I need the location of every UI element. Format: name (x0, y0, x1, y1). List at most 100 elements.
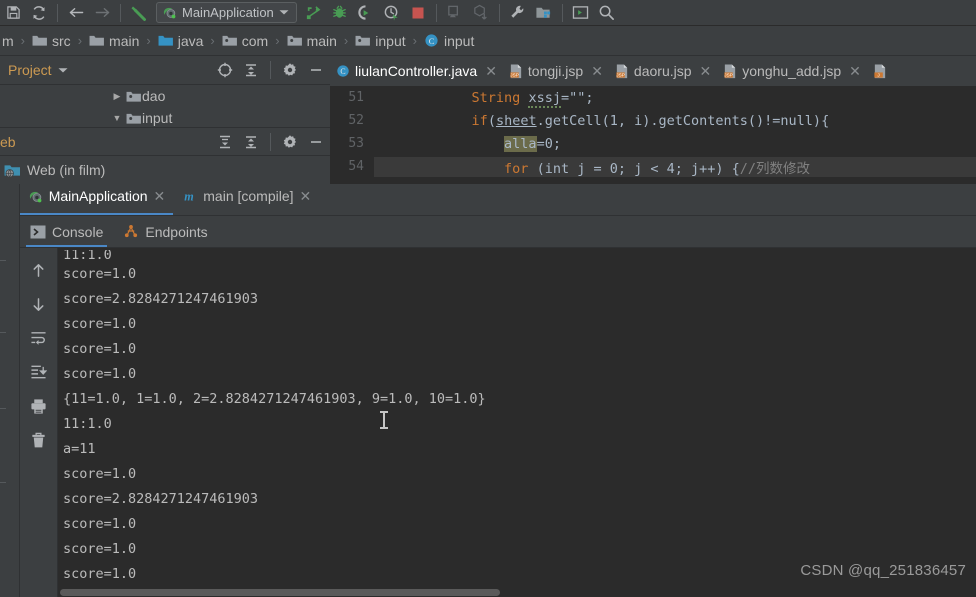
save-all-icon[interactable] (0, 1, 26, 25)
settings-gear-icon[interactable] (278, 58, 302, 82)
editor-tab-tongji[interactable]: JSP tongji.jsp ✕ (503, 56, 609, 86)
profiler-icon[interactable] (379, 1, 405, 25)
editor-tab-liulanController[interactable]: C liulanController.java ✕ (330, 56, 503, 86)
breadcrumb-item-java[interactable]: java (156, 33, 206, 49)
breadcrumb-item-src[interactable]: src (30, 33, 73, 49)
console-line: score=1.0 (63, 266, 137, 282)
scroll-to-end-icon[interactable] (26, 360, 52, 384)
project-structure-icon[interactable] (531, 1, 557, 25)
chevron-down-icon[interactable] (58, 67, 68, 74)
settings-gear-icon[interactable] (278, 130, 302, 154)
console-icon (30, 225, 46, 239)
chevron-down-icon[interactable]: ▼ (110, 113, 124, 123)
stop-icon[interactable] (405, 1, 431, 25)
spring-boot-icon (162, 5, 177, 20)
run-tab-mainapplication[interactable]: MainApplication ✕ (19, 184, 174, 215)
search-everywhere-icon[interactable] (594, 1, 620, 25)
run-tab-label: MainApplication (48, 188, 148, 204)
run-tab-label: main [compile] (203, 188, 294, 204)
breadcrumb-item-module[interactable]: m (0, 33, 16, 49)
web-module-icon (4, 163, 21, 178)
select-opened-file-icon[interactable] (213, 58, 237, 82)
editor-tab-yonghu-add[interactable]: JSP yonghu_add.jsp ✕ (717, 56, 867, 86)
panel-divider (270, 61, 271, 79)
web-panel-title[interactable]: eb (0, 134, 16, 150)
navigate-back-icon[interactable] (63, 1, 89, 25)
vcs-commit-icon (468, 1, 494, 25)
close-icon[interactable]: ✕ (154, 188, 166, 205)
console-line: score=1.0 (63, 466, 137, 482)
up-arrow-icon[interactable] (26, 258, 52, 282)
jsp-file-icon: J (873, 63, 887, 79)
run-configuration-selector[interactable]: MainApplication (156, 2, 297, 23)
project-panel-title[interactable]: Project (8, 62, 52, 78)
scrollbar-thumb[interactable] (60, 589, 500, 596)
editor-tab-daoru[interactable]: JSP daoru.jsp ✕ (609, 56, 717, 86)
strip-tick (0, 332, 6, 333)
run-configuration-label: MainApplication (182, 5, 274, 20)
tab-endpoints[interactable]: Endpoints (113, 216, 217, 247)
close-icon[interactable]: ✕ (300, 188, 312, 205)
breadcrumb: m › src › main › java › com › main › inp… (0, 26, 976, 56)
close-icon[interactable]: ✕ (591, 63, 603, 80)
code-rest: =0; (536, 135, 561, 152)
jsp-file-icon: JSP (723, 63, 737, 79)
ide-window: MainApplication m › src › main › java › … (0, 0, 976, 597)
expand-all-icon[interactable] (213, 130, 237, 154)
console-line: {11=1.0, 1=1.0, 2=2.8284271247461903, 9=… (63, 391, 486, 407)
collapse-all-icon[interactable] (239, 58, 263, 82)
breadcrumb-item-com[interactable]: com (220, 33, 270, 49)
code-keyword: String (471, 89, 521, 106)
breadcrumb-item-input-pkg[interactable]: input (353, 33, 407, 49)
collapse-all-icon[interactable] (239, 130, 263, 154)
code-rest: .getCell(1, i).getContents()!=null){ (536, 112, 830, 129)
breadcrumb-label: main (306, 32, 337, 49)
close-icon[interactable]: ✕ (849, 63, 861, 80)
tree-item-input[interactable]: ▼ input (0, 107, 330, 129)
breadcrumb-separator: › (20, 33, 26, 48)
breadcrumb-item-input-class[interactable]: C input (422, 33, 476, 49)
print-icon[interactable] (26, 394, 52, 418)
console-line: 11:1.0 (63, 416, 112, 432)
web-module-row[interactable]: Web (in film) (0, 157, 330, 183)
editor-tab-overflow[interactable]: J (867, 56, 898, 86)
breadcrumb-item-main-pkg[interactable]: main (285, 33, 339, 49)
run-icon[interactable] (301, 1, 327, 25)
chevron-down-icon[interactable] (279, 9, 289, 16)
code-keyword: for (504, 160, 529, 177)
code-editor[interactable]: 51 String xssj=""; 52 if(sheet.getCell(1… (330, 86, 976, 184)
hide-panel-icon[interactable] (304, 130, 328, 154)
package-icon (222, 34, 237, 47)
navigate-forward-icon (89, 1, 115, 25)
package-icon (287, 34, 302, 47)
hide-panel-icon[interactable] (304, 58, 328, 82)
spring-boot-icon (28, 189, 43, 204)
code-text: if(sheet.getCell(1, i).getContents()!=nu… (471, 112, 830, 129)
breadcrumb-label: input (375, 32, 406, 49)
close-icon[interactable]: ✕ (485, 63, 497, 80)
breadcrumb-label: m (2, 32, 14, 49)
tab-label: Endpoints (145, 223, 208, 240)
tree-item-dao[interactable]: ▶ dao (0, 85, 330, 107)
debug-icon[interactable] (327, 1, 353, 25)
down-arrow-icon[interactable] (26, 292, 52, 316)
chevron-right-icon[interactable]: ▶ (110, 91, 124, 102)
console-output[interactable]: 11:1.0 score=1.0 score=2.828427124746190… (58, 248, 976, 597)
tab-label: Console (52, 223, 104, 240)
terminal-icon[interactable] (568, 1, 594, 25)
tab-console[interactable]: Console (20, 216, 113, 247)
clear-all-trash-icon[interactable] (26, 428, 52, 452)
close-icon[interactable]: ✕ (700, 63, 712, 80)
run-tool-window-tabs: n: MainApplication ✕ m main [compile] ✕ (0, 184, 976, 216)
svg-text:JSP: JSP (510, 72, 519, 77)
settings-wrench-icon[interactable] (505, 1, 531, 25)
console-horizontal-scrollbar[interactable] (58, 588, 976, 597)
project-panel-actions (213, 58, 330, 82)
folder-icon (32, 34, 47, 47)
run-tab-main-compile[interactable]: m main [compile] ✕ (173, 184, 319, 215)
build-hammer-icon[interactable] (126, 1, 152, 25)
breadcrumb-item-main[interactable]: main (87, 33, 141, 49)
sync-refresh-icon[interactable] (26, 1, 52, 25)
run-with-coverage-icon[interactable] (353, 1, 379, 25)
soft-wrap-icon[interactable] (26, 326, 52, 350)
